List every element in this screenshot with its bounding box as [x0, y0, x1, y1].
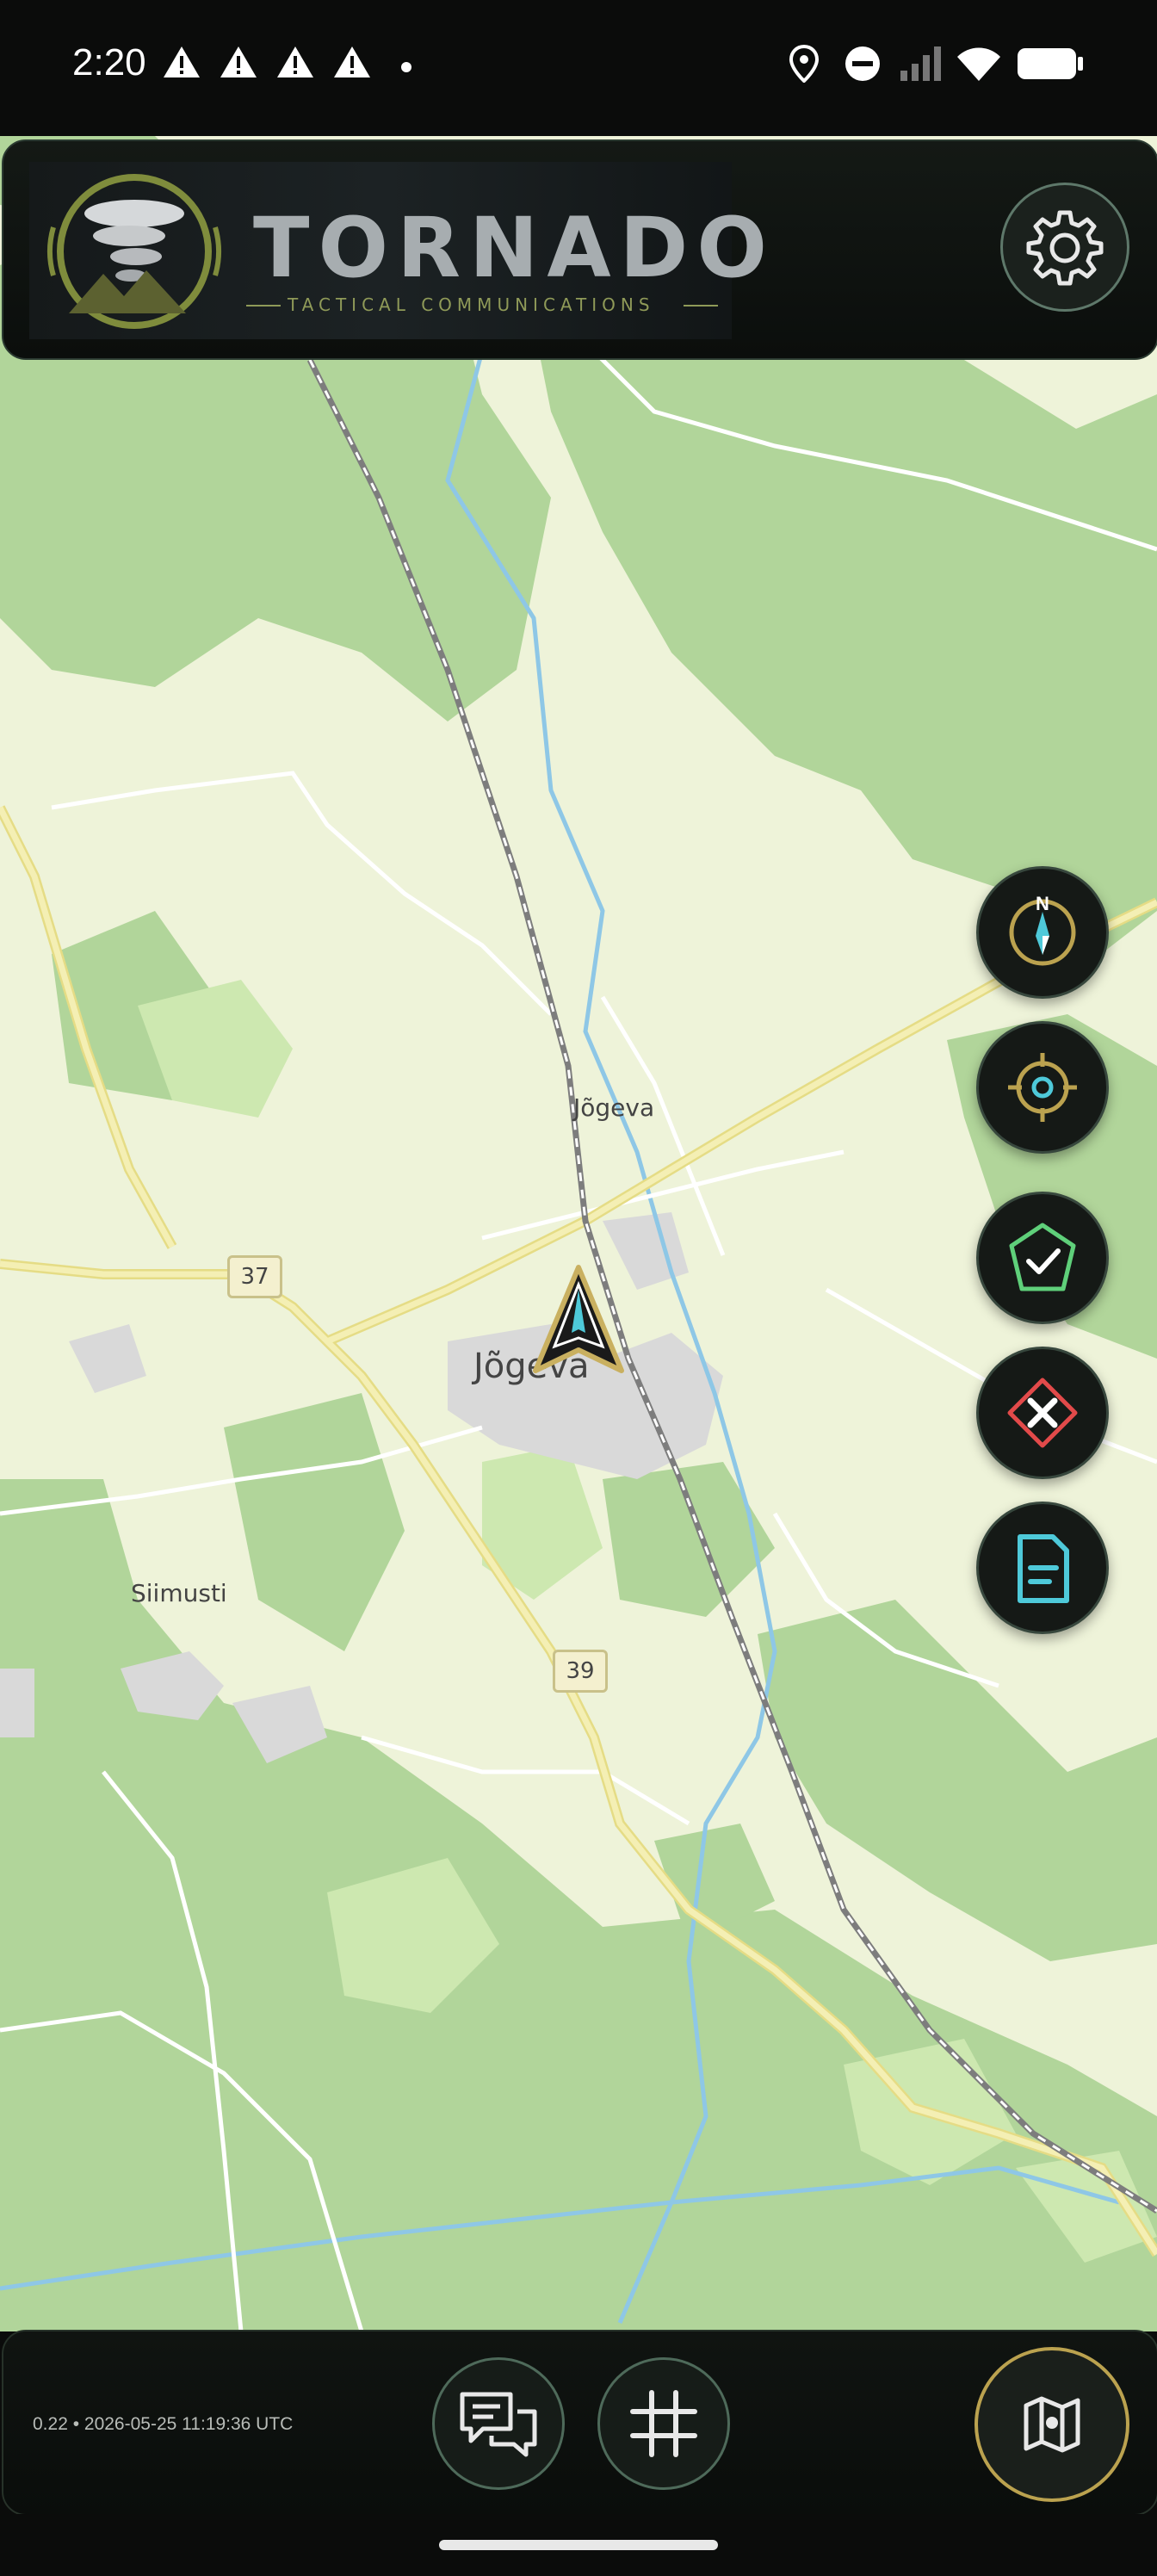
locate-me-button[interactable] — [976, 1021, 1109, 1154]
reports-button[interactable] — [976, 1502, 1109, 1634]
shield-check-icon — [1009, 1223, 1076, 1291]
wifi-icon — [957, 47, 1000, 81]
place-label-siimusti: Siimusti — [131, 1579, 227, 1607]
map-icon — [1024, 2396, 1080, 2453]
bottom-bar: 0.22 • 2026-05-25 11:19:36 UTC — [2, 2330, 1157, 2516]
warning-icon — [277, 46, 313, 77]
status-time: 2:20 — [72, 41, 146, 84]
user-position-arrow-icon — [533, 1265, 624, 1373]
do-not-disturb-icon — [845, 46, 880, 81]
tornado-logo-icon — [47, 174, 221, 329]
gear-icon — [1026, 210, 1104, 286]
notification-dot — [401, 62, 411, 72]
cancel-zone-button[interactable] — [976, 1347, 1109, 1479]
chat-button[interactable] — [432, 2357, 565, 2490]
settings-button[interactable] — [1000, 183, 1129, 312]
compass-icon: N — [1009, 893, 1076, 966]
warning-icon — [334, 46, 370, 77]
warning-icon — [220, 46, 257, 77]
status-bar: 2:20 — [0, 0, 1157, 136]
battery-icon — [1018, 48, 1083, 79]
warning-icon — [164, 46, 200, 77]
grid-button[interactable] — [597, 2357, 730, 2490]
app-header: TORNADO TACTICAL COMMUNICATIONS — [2, 139, 1157, 360]
document-icon — [1018, 1534, 1069, 1603]
home-indicator[interactable] — [439, 2540, 718, 2550]
grid-icon — [630, 2390, 697, 2457]
build-info: 0.22 • 2026-05-25 11:19:36 UTC — [33, 2414, 294, 2434]
logo-wordmark: TORNADO — [253, 200, 776, 296]
compass-north-label: N — [1036, 893, 1049, 914]
compass-button[interactable]: N — [976, 866, 1109, 999]
road-shield-39: 39 — [553, 1650, 608, 1693]
road-shield-37: 37 — [227, 1255, 282, 1298]
locate-icon — [1008, 1053, 1077, 1122]
logo-subtitle: TACTICAL COMMUNICATIONS — [288, 294, 655, 315]
logo-rule-left — [246, 305, 281, 307]
logo-rule-right — [684, 305, 718, 307]
check-zone-button[interactable] — [976, 1192, 1109, 1324]
location-icon — [789, 45, 820, 83]
signal-icon — [900, 46, 941, 81]
map-mode-button[interactable] — [974, 2347, 1129, 2502]
chat-icon — [460, 2392, 537, 2457]
app-logo: TORNADO TACTICAL COMMUNICATIONS — [29, 162, 767, 339]
close-diamond-icon — [1007, 1378, 1078, 1448]
place-label-jogeva-village: Jõgeva — [573, 1093, 655, 1122]
